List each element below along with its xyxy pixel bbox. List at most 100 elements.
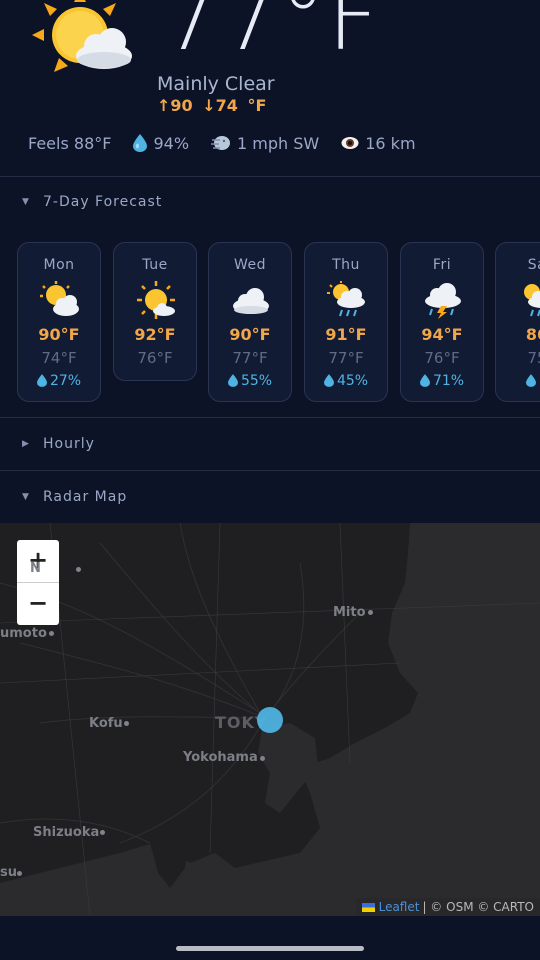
droplet-icon bbox=[419, 374, 430, 387]
forecast-card-mon[interactable]: Mon 90°F 74°F 27% bbox=[17, 242, 101, 402]
forecast-precip: 71% bbox=[401, 373, 483, 389]
humidity-stat: 94% bbox=[133, 134, 189, 153]
sun-icon bbox=[137, 281, 175, 319]
high-low: ↑90 ↓74 °F bbox=[157, 96, 270, 115]
temp-unit: °F bbox=[247, 96, 267, 115]
zoom-out-button[interactable]: − bbox=[17, 583, 59, 625]
humidity: 94% bbox=[153, 133, 190, 153]
low-temp: ↓74 bbox=[202, 96, 238, 115]
forecast-day: Wed bbox=[233, 257, 267, 273]
forecast-precip: 27% bbox=[18, 373, 100, 389]
eye-icon bbox=[341, 137, 359, 149]
map-label-shizuoka: Shizuoka bbox=[33, 825, 100, 840]
sun-behind-cloud-icon bbox=[32, 0, 132, 72]
wind: 1 mph SW bbox=[237, 133, 320, 153]
forecast-section-toggle[interactable]: ▼ 7-Day Forecast bbox=[22, 194, 162, 210]
forecast-day: Sa bbox=[527, 257, 540, 273]
ukraine-flag-icon bbox=[361, 902, 375, 912]
forecast-precip-value: 55% bbox=[240, 373, 273, 389]
current-conditions: 77°F Mainly Clear ↑90 ↓74 °F Feels 88°F … bbox=[0, 0, 540, 176]
wind-stat: 1 mph SW bbox=[211, 134, 319, 153]
map-label-yokohama: Yokohama bbox=[183, 750, 258, 765]
forecast-day: Thu bbox=[332, 257, 360, 273]
city-dot bbox=[368, 610, 373, 615]
home-gesture-handle[interactable] bbox=[176, 946, 364, 951]
map-attribution: Leaflet | © OSM © CARTO bbox=[355, 898, 540, 916]
city-dot bbox=[17, 871, 22, 876]
radar-section-title: Radar Map bbox=[43, 489, 128, 505]
forecast-card-sat[interactable]: Sa 86 75 5 bbox=[495, 242, 540, 402]
forecast-low: 76°F bbox=[424, 349, 460, 367]
forecast-day: Mon bbox=[43, 257, 75, 273]
forecast-high: 91°F bbox=[325, 325, 367, 344]
map-label-nagano: N bbox=[30, 561, 41, 576]
hourly-section-title: Hourly bbox=[43, 436, 95, 452]
forecast-precip-value: 27% bbox=[49, 373, 82, 389]
feels-like-stat: Feels 88°F bbox=[28, 134, 111, 153]
forecast-precip-value: 45% bbox=[336, 373, 369, 389]
forecast-precip: 5 bbox=[496, 373, 540, 389]
city-dot bbox=[260, 756, 265, 761]
city-dot bbox=[124, 721, 129, 726]
forecast-high: 86 bbox=[525, 325, 540, 344]
divider bbox=[0, 176, 540, 177]
droplet-icon bbox=[323, 374, 334, 387]
droplet-icon bbox=[227, 374, 238, 387]
attribution-text: | © OSM © CARTO bbox=[422, 900, 534, 914]
current-stats: Feels 88°F 94% 1 mph SW 16 km bbox=[28, 132, 438, 154]
current-temperature: 77°F bbox=[162, 0, 382, 71]
visibility: 16 km bbox=[365, 133, 416, 153]
city-dot bbox=[100, 830, 105, 835]
forecast-precip: 45% bbox=[305, 373, 387, 389]
forecast-day: Fri bbox=[432, 257, 452, 273]
sun-rain-cloud-icon bbox=[524, 284, 540, 317]
forecast-precip-value: 71% bbox=[432, 373, 465, 389]
forecast-low: 75 bbox=[527, 349, 540, 367]
caret-down-icon: ▼ bbox=[22, 492, 30, 502]
caret-down-icon: ▼ bbox=[22, 197, 30, 207]
hourly-section-toggle[interactable]: ▶ Hourly bbox=[22, 436, 95, 452]
zoom-control: + − bbox=[17, 540, 59, 625]
forecast-high: 92°F bbox=[134, 325, 176, 344]
caret-right-icon: ▶ bbox=[22, 439, 30, 449]
radar-map[interactable]: + − N umoto Mito Kofu TOKY Yokohama Shiz… bbox=[0, 523, 540, 916]
forecast-high: 94°F bbox=[421, 325, 463, 344]
sun-behind-cloud-icon bbox=[40, 281, 79, 316]
feels-like: Feels 88°F bbox=[28, 133, 112, 153]
forecast-low: 74°F bbox=[41, 349, 77, 367]
forecast-card-thu[interactable]: Thu 91°F 77°F 45% bbox=[304, 242, 388, 402]
sun-rain-cloud-icon bbox=[327, 281, 365, 317]
forecast-section-title: 7-Day Forecast bbox=[43, 194, 163, 210]
droplet-icon bbox=[36, 374, 47, 387]
radar-section-toggle[interactable]: ▼ Radar Map bbox=[22, 489, 127, 505]
cloud-icon bbox=[233, 288, 269, 314]
system-nav-bar bbox=[0, 916, 540, 960]
divider bbox=[0, 470, 540, 471]
forecast-card-fri[interactable]: Fri 94°F 76°F 71% bbox=[400, 242, 484, 402]
high-temp: ↑90 bbox=[157, 96, 193, 115]
forecast-high: 90°F bbox=[38, 325, 80, 344]
map-label-edge: su bbox=[0, 865, 17, 880]
city-dot bbox=[49, 631, 54, 636]
city-dot bbox=[76, 567, 81, 572]
forecast-day: Tue bbox=[142, 257, 168, 273]
forecast-card-tue[interactable]: Tue 92°F 76°F bbox=[113, 242, 197, 381]
forecast-low: 77°F bbox=[328, 349, 364, 367]
forecast-precip: 55% bbox=[209, 373, 291, 389]
map-label-matsumoto: umoto bbox=[0, 626, 47, 641]
leaflet-link[interactable]: Leaflet bbox=[379, 900, 420, 914]
wind-face-icon bbox=[211, 136, 231, 150]
forecast-high: 90°F bbox=[229, 325, 271, 344]
droplet-icon bbox=[133, 134, 148, 152]
forecast-low: 77°F bbox=[232, 349, 268, 367]
visibility-stat: 16 km bbox=[341, 133, 416, 153]
forecast-card-wed[interactable]: Wed 90°F 77°F 55% bbox=[208, 242, 292, 402]
divider bbox=[0, 417, 540, 418]
forecast-cards[interactable]: Mon 90°F 74°F 27% Tue 92°F 76°F Wed 90°F… bbox=[17, 242, 540, 404]
thunder-rain-cloud-icon bbox=[425, 283, 461, 319]
droplet-icon bbox=[526, 374, 537, 387]
forecast-low: 76°F bbox=[137, 349, 173, 367]
map-label-mito: Mito bbox=[333, 605, 366, 620]
current-location-marker[interactable] bbox=[257, 707, 283, 733]
map-label-kofu: Kofu bbox=[89, 716, 123, 731]
